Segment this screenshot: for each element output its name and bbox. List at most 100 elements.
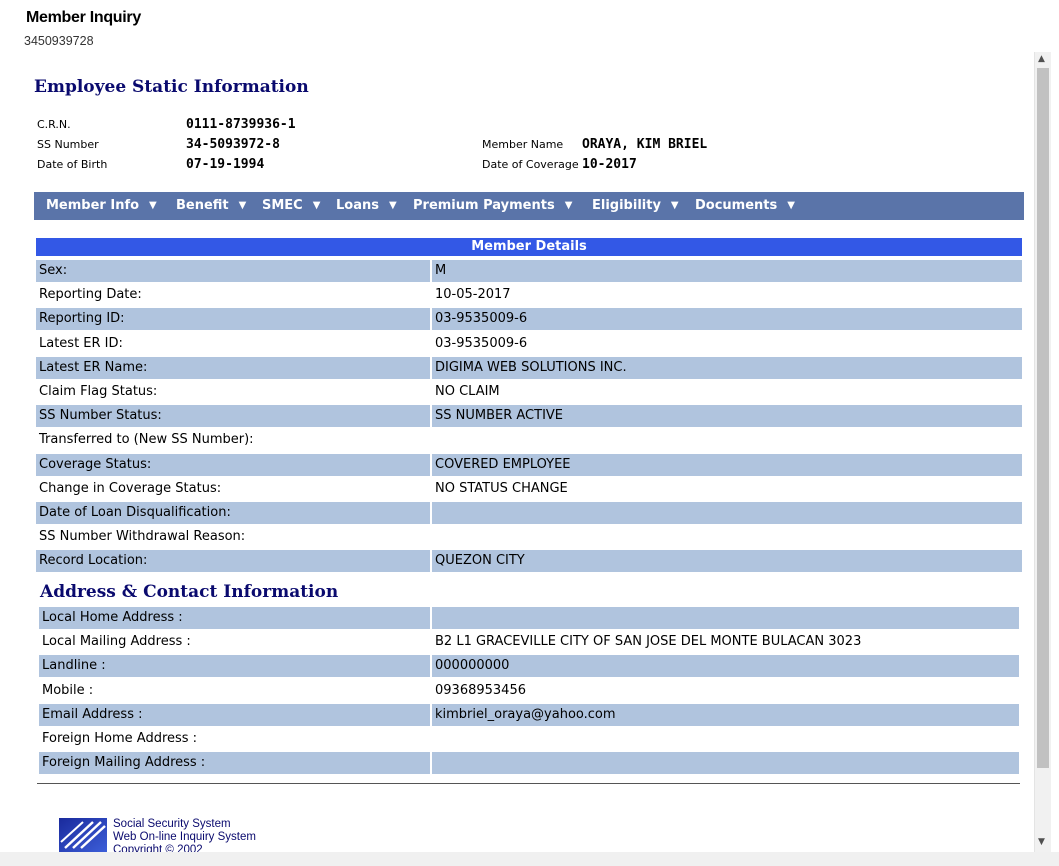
dob-label: Date of Birth	[37, 158, 108, 171]
member-detail-row-label: Reporting Date:	[39, 287, 142, 303]
member-detail-row-label: Change in Coverage Status:	[39, 480, 222, 496]
address-row-label: Local Mailing Address :	[42, 634, 191, 650]
address-row-value: 000000000	[432, 655, 1019, 678]
member-detail-row-label: Transferred to (New SS Number):	[39, 432, 254, 448]
content-frame: Employee Static Information C.R.N. 0111-…	[0, 52, 1034, 852]
footer-line-2: Web On-line Inquiry System	[113, 831, 256, 843]
scroll-down-arrow-icon[interactable]: ▼	[1038, 837, 1045, 847]
member-detail-row-value: COVERED EMPLOYEE	[432, 453, 1022, 476]
page-subtitle: 3450939728	[24, 34, 94, 48]
footer-line-3: Copyright © 2002	[113, 844, 203, 852]
member-detail-row-value: SS NUMBER ACTIVE	[432, 405, 1022, 428]
member-detail-row: Transferred to (New SS Number):	[36, 429, 1022, 451]
nav-documents[interactable]: Documents ▼	[695, 198, 795, 213]
member-detail-row-value: 10-05-2017	[435, 287, 511, 303]
triangle-down-icon: ▼	[388, 200, 397, 211]
nav-loans[interactable]: Loans ▼	[336, 198, 397, 213]
coverage-date-label: Date of Coverage	[482, 158, 579, 171]
ss-number-label: SS Number	[37, 138, 99, 151]
member-detail-row: Record Location: QUEZON CITY	[36, 550, 1022, 573]
address-row-value: 09368953456	[435, 682, 526, 698]
address-row-label: Email Address :	[39, 703, 430, 726]
member-detail-row-label: SS Number Withdrawal Reason:	[39, 529, 246, 545]
address-row-label: Foreign Mailing Address :	[39, 752, 430, 775]
member-detail-row: SS Number Withdrawal Reason:	[36, 526, 1022, 548]
member-detail-row: Sex: M	[36, 260, 1022, 282]
address-row: Landline :000000000	[39, 655, 1019, 678]
address-section-title: Address & Contact Information	[40, 582, 339, 602]
coverage-date-value: 10-2017	[582, 157, 637, 172]
member-detail-row-value	[432, 526, 1022, 548]
member-detail-row-label: SS Number Status:	[36, 405, 430, 428]
member-details-header: Member Details	[36, 238, 1022, 256]
crn-label: C.R.N.	[37, 118, 71, 131]
window-bottom-edge	[0, 852, 1059, 866]
address-row-value	[432, 607, 1019, 629]
member-detail-row-label: Claim Flag Status:	[39, 384, 158, 399]
address-row-label: Local Home Address :	[39, 607, 430, 629]
footer-line-1: Social Security System	[113, 818, 231, 830]
nav-eligibility[interactable]: Eligibility ▼	[592, 198, 679, 213]
member-detail-row-label: Sex:	[36, 260, 430, 282]
member-detail-row-label: Latest ER Name:	[36, 356, 430, 379]
member-detail-row: Reporting ID: 03-9535009-6	[36, 308, 1022, 331]
member-detail-row: Date of Loan Disqualification:	[36, 502, 1022, 524]
address-row: Foreign Home Address :	[39, 728, 1019, 750]
footer-divider	[37, 783, 1020, 784]
member-detail-row-value	[432, 429, 1022, 451]
address-row: Foreign Mailing Address :	[39, 752, 1019, 775]
address-row-label: Foreign Home Address :	[42, 731, 198, 746]
member-detail-row: Claim Flag Status: NO CLAIM	[36, 381, 1022, 403]
address-row-value: B2 L1 GRACEVILLE CITY OF SAN JOSE DEL MO…	[435, 634, 862, 650]
triangle-down-icon: ▼	[564, 200, 573, 211]
member-name-label: Member Name	[482, 138, 564, 151]
scroll-up-arrow-icon[interactable]: ▲	[1038, 54, 1045, 64]
main-nav-bar: Member Info ▼ Benefit ▼ SMEC ▼ Loans ▼ Premi…	[34, 192, 1024, 220]
address-row: Email Address : kimbriel_oraya@yahoo.com	[39, 703, 1019, 726]
crn-value: 0111-8739936-1	[186, 117, 296, 132]
triangle-down-icon: ▼	[670, 200, 679, 211]
triangle-down-icon: ▼	[312, 200, 321, 211]
triangle-down-icon: ▼	[149, 200, 157, 211]
member-detail-row-value: DIGIMA WEB SOLUTIONS INC.	[432, 356, 1022, 379]
address-row: Local Mailing Address : B2 L1 GRACEVILLE …	[39, 631, 1019, 653]
footer-credits: Social Security System Web On-line Inqui…	[113, 818, 256, 852]
static-info-title: Employee Static Information	[34, 77, 309, 97]
address-row-label: Landline :	[39, 655, 430, 678]
nav-benefit[interactable]: Benefit ▼	[176, 198, 246, 213]
member-detail-row-value: 03-9535009-6	[432, 308, 1022, 331]
member-detail-row: Latest ER Name: DIGIMA WEB SOLUTIONS INC.	[36, 356, 1022, 379]
nav-premium-payments[interactable]: Premium Payments ▼	[413, 198, 572, 213]
page-title: Member Inquiry	[26, 9, 141, 26]
member-detail-row-label: Latest ER ID:	[39, 335, 123, 351]
member-detail-row-label: Date of Loan Disqualification:	[36, 502, 430, 524]
member-detail-row: SS Number Status: SS NUMBER ACTIVE	[36, 405, 1022, 428]
member-detail-row-value: 03-9535009-6	[435, 335, 528, 351]
address-row: Local Home Address :	[39, 607, 1019, 629]
member-detail-row: Change in Coverage Status: NO STATUS CHAN…	[36, 478, 1022, 500]
triangle-down-icon: ▼	[787, 200, 795, 211]
vertical-scrollbar[interactable]: ▲ ▼	[1034, 52, 1051, 852]
ss-number-value: 34-5093972-8	[186, 137, 280, 152]
nav-smec[interactable]: SMEC ▼	[262, 198, 320, 213]
nav-member-info[interactable]: Member Info ▼	[46, 198, 157, 213]
address-row: Mobile : 09368953456	[39, 680, 1019, 702]
member-detail-row: Reporting Date: 10-05-2017	[36, 284, 1022, 306]
member-detail-row: Latest ER ID: 03-9535009-6	[36, 333, 1022, 355]
member-detail-row-value: M	[432, 260, 1022, 282]
member-detail-row-label: Reporting ID:	[36, 308, 430, 331]
member-detail-row-value: NO CLAIM	[435, 384, 500, 399]
member-detail-row-label: Record Location:	[36, 550, 430, 573]
address-row-label: Mobile :	[42, 682, 94, 698]
member-name-value: ORAYA, KIM BRIEL	[582, 137, 708, 152]
address-row-value	[432, 728, 1019, 750]
member-detail-row: Coverage Status: COVERED EMPLOYEE	[36, 453, 1022, 476]
member-detail-row-label: Coverage Status:	[36, 453, 430, 476]
address-row-value: kimbriel_oraya@yahoo.com	[432, 703, 1019, 726]
scrollbar-thumb[interactable]	[1037, 68, 1049, 768]
address-row-value	[432, 752, 1019, 775]
member-detail-row-value	[432, 502, 1022, 524]
sss-logo-icon	[59, 818, 107, 852]
triangle-down-icon: ▼	[238, 200, 247, 211]
dob-value: 07-19-1994	[186, 157, 265, 172]
